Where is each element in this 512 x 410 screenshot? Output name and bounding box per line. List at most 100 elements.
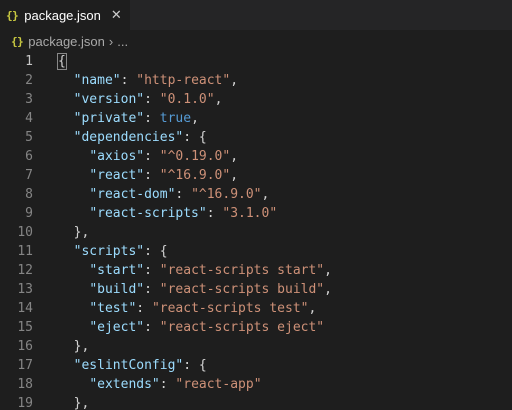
json-boolean: true [159, 111, 192, 126]
breadcrumb-more[interactable]: ... [117, 34, 128, 49]
line-number: 3 [25, 92, 33, 107]
code-line[interactable]: 8 "react-dom": "^16.9.0", [0, 185, 512, 204]
json-punctuation: : [144, 282, 160, 297]
json-punctuation: }, [58, 396, 90, 410]
json-file-icon: {} [11, 34, 24, 48]
code-line[interactable]: 9 "react-scripts": "3.1.0" [0, 204, 512, 223]
code-content: "start": "react-scripts start", [58, 261, 332, 280]
json-key: "scripts" [73, 244, 145, 259]
json-punctuation: : [120, 73, 137, 88]
line-number: 9 [25, 206, 33, 221]
json-key: "react-scripts" [89, 206, 207, 221]
code-line[interactable]: 7 "react": "^16.9.0", [0, 166, 512, 185]
code-content: "private": true, [58, 109, 199, 128]
line-number: 1 [25, 54, 33, 69]
json-punctuation: , [230, 149, 239, 164]
code-content: "eject": "react-scripts eject" [58, 318, 324, 337]
code-line[interactable]: 17 "eslintConfig": { [0, 356, 512, 375]
line-number: 19 [17, 396, 33, 410]
line-number: 11 [17, 244, 33, 259]
json-string: "react-scripts test" [151, 301, 309, 316]
code-content: }, [58, 223, 90, 242]
code-content: "build": "react-scripts build", [58, 280, 332, 299]
json-key: "extends" [89, 377, 160, 392]
line-number: 16 [17, 339, 33, 354]
code-content: "react-dom": "^16.9.0", [58, 185, 269, 204]
json-key: "build" [89, 282, 145, 297]
json-string: "0.1.0" [159, 92, 215, 107]
json-string: "react-scripts start" [159, 263, 325, 278]
json-string: "react-app" [175, 377, 262, 392]
json-key: "version" [73, 92, 145, 107]
close-icon[interactable]: ✕ [111, 7, 122, 23]
json-string: "http-react" [136, 73, 231, 88]
json-punctuation [58, 320, 89, 335]
json-key: "axios" [89, 149, 145, 164]
json-punctuation [58, 301, 89, 316]
json-punctuation: : [144, 111, 160, 126]
code-content: "scripts": { [58, 242, 168, 261]
line-number: 4 [25, 111, 33, 126]
json-punctuation: }, [58, 339, 90, 354]
code-content: "dependencies": { [58, 128, 207, 147]
json-punctuation: : [144, 263, 160, 278]
code-line[interactable]: 2 "name": "http-react", [0, 71, 512, 90]
json-punctuation [58, 92, 74, 107]
line-number: 15 [17, 320, 33, 335]
code-line[interactable]: 16 }, [0, 337, 512, 356]
json-key: "name" [73, 73, 121, 88]
code-line[interactable]: 11 "scripts": { [0, 242, 512, 261]
json-punctuation: : [144, 149, 160, 164]
breadcrumb-file[interactable]: package.json [28, 34, 105, 49]
json-punctuation: , [230, 73, 239, 88]
json-punctuation [58, 377, 89, 392]
code-content: "react-scripts": "3.1.0" [58, 204, 277, 223]
code-line[interactable]: 14 "test": "react-scripts test", [0, 299, 512, 318]
json-key: "dependencies" [73, 130, 184, 145]
json-file-icon: {} [6, 8, 19, 22]
code-content: "axios": "^0.19.0", [58, 147, 238, 166]
chevron-right-icon: › [108, 33, 114, 49]
json-string: "^16.9.0" [159, 168, 231, 183]
code-content: "test": "react-scripts test", [58, 299, 316, 318]
json-punctuation [58, 187, 89, 202]
json-punctuation: , [308, 301, 317, 316]
json-string: "react-scripts eject" [159, 320, 325, 335]
code-content: }, [58, 337, 90, 356]
code-line[interactable]: 6 "axios": "^0.19.0", [0, 147, 512, 166]
code-line[interactable]: 3 "version": "0.1.0", [0, 90, 512, 109]
line-number: 18 [17, 377, 33, 392]
code-line[interactable]: 12 "start": "react-scripts start", [0, 261, 512, 280]
line-number: 6 [25, 149, 33, 164]
code-content: { [57, 52, 67, 71]
code-line[interactable]: 5 "dependencies": { [0, 128, 512, 147]
json-punctuation: { [57, 53, 67, 70]
line-number: 12 [17, 263, 33, 278]
code-content: "version": "0.1.0", [58, 90, 223, 109]
code-line[interactable]: 13 "build": "react-scripts build", [0, 280, 512, 299]
code-line[interactable]: 4 "private": true, [0, 109, 512, 128]
code-line[interactable]: 1{ [0, 52, 512, 71]
tab-package-json[interactable]: {} package.json ✕ [0, 0, 130, 30]
tab-title: package.json [24, 7, 101, 23]
json-punctuation: , [261, 187, 270, 202]
code-line[interactable]: 15 "eject": "react-scripts eject" [0, 318, 512, 337]
json-punctuation: : [206, 206, 223, 221]
json-string: "react-scripts build" [159, 282, 325, 297]
code-line[interactable]: 10 }, [0, 223, 512, 242]
editor-text-area[interactable]: 1{2 "name": "http-react", 3 "version": "0… [0, 52, 512, 410]
json-punctuation [58, 130, 74, 145]
json-punctuation [58, 244, 74, 259]
code-content: }, [58, 394, 90, 410]
line-number: 8 [25, 187, 33, 202]
json-key: "start" [89, 263, 145, 278]
code-line[interactable]: 19 }, [0, 394, 512, 410]
json-punctuation: , [191, 111, 199, 126]
code-content: "name": "http-react", [58, 71, 238, 90]
json-string: "^16.9.0" [191, 187, 262, 202]
code-line[interactable]: 18 "extends": "react-app" [0, 375, 512, 394]
line-number: 10 [17, 225, 33, 240]
json-key: "react" [89, 168, 145, 183]
json-key: "test" [89, 301, 137, 316]
json-string: "^0.19.0" [159, 149, 231, 164]
